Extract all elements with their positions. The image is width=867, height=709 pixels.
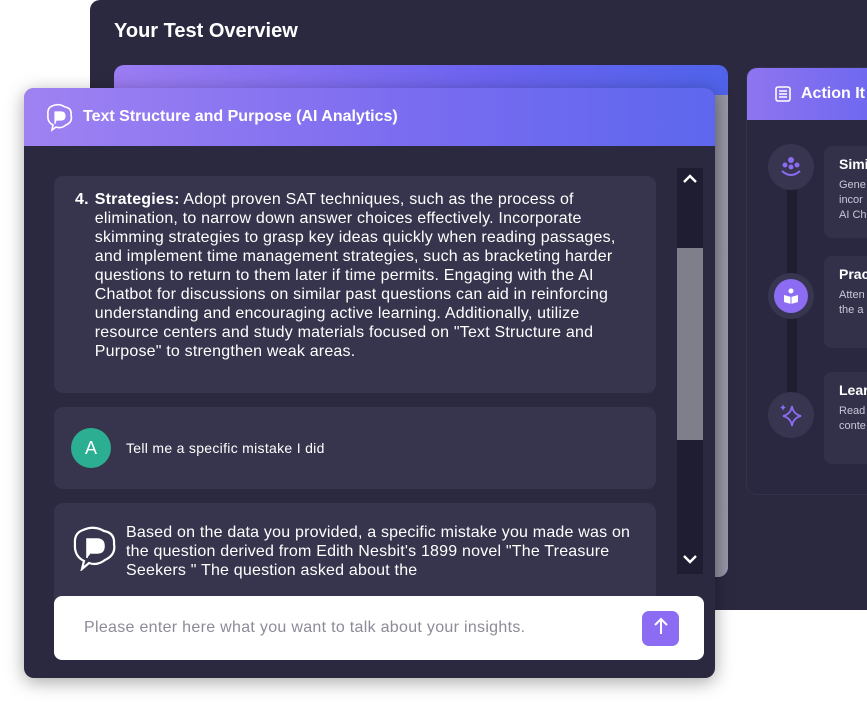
action-item-similar[interactable]: Simi Gene incor AI Ch (824, 146, 867, 238)
strategy-text: Adopt proven SAT techniques, such as the… (94, 191, 616, 360)
action-item-desc-line: Read (839, 405, 866, 417)
timeline-node-similar (768, 144, 814, 190)
strategy-message: 4. Strategies: Adopt proven SAT techniqu… (54, 176, 656, 393)
chevron-up-icon (682, 172, 698, 190)
ai-chat-bubble-icon (70, 523, 118, 573)
dots-cluster-icon (774, 150, 808, 184)
arrow-up-icon (652, 616, 670, 641)
action-items-title: Action It (801, 85, 865, 102)
action-item-desc-line: Atten (839, 289, 865, 301)
chat-bubble-logo-icon (44, 102, 74, 132)
sparkle-icon (774, 398, 808, 432)
action-items-header: Action It (747, 68, 867, 120)
timeline-node-practice (768, 273, 814, 319)
book-icon (774, 279, 808, 313)
list-number: 4. (75, 191, 89, 208)
action-item-desc-line: AI Ch (839, 209, 867, 221)
chat-input[interactable] (82, 618, 626, 638)
scroll-up-button[interactable] (677, 168, 703, 194)
chevron-down-icon (682, 552, 698, 570)
user-message-text: Tell me a specific mistake I did (126, 440, 325, 456)
list-icon (775, 86, 791, 102)
action-item-practice[interactable]: Prac Atten the a (824, 256, 867, 348)
action-item-desc-line: incor (839, 194, 863, 206)
action-item-title: Simi (839, 156, 867, 172)
send-button[interactable] (642, 611, 679, 646)
action-item-title: Prac (839, 266, 867, 282)
scroll-down-button[interactable] (677, 548, 703, 574)
action-item-desc-line: conte (839, 420, 866, 432)
chat-title: Text Structure and Purpose (AI Analytics… (83, 108, 398, 125)
scrollbar-thumb[interactable] (677, 248, 703, 440)
chat-scrollbar[interactable] (677, 168, 703, 574)
avatar: A (71, 428, 111, 468)
action-item-learn[interactable]: Lear Read conte (824, 372, 867, 464)
action-item-title: Lear (839, 382, 867, 398)
ai-message-text: Based on the data you provided, a specif… (126, 524, 631, 579)
timeline-node-learn (768, 392, 814, 438)
chat-header: Text Structure and Purpose (AI Analytics… (24, 88, 715, 146)
action-item-desc-line: Gene (839, 179, 866, 191)
user-message: A Tell me a specific mistake I did (54, 407, 656, 489)
strategy-label: Strategies: (94, 191, 180, 208)
action-items-panel: Action It Simi Gene incor AI Ch Prac Att… (747, 68, 867, 494)
action-item-desc-line: the a (839, 304, 864, 316)
ai-analytics-chat-panel: Text Structure and Purpose (AI Analytics… (24, 88, 715, 678)
chat-input-bar (54, 596, 704, 660)
overview-title: Your Test Overview (114, 20, 298, 42)
